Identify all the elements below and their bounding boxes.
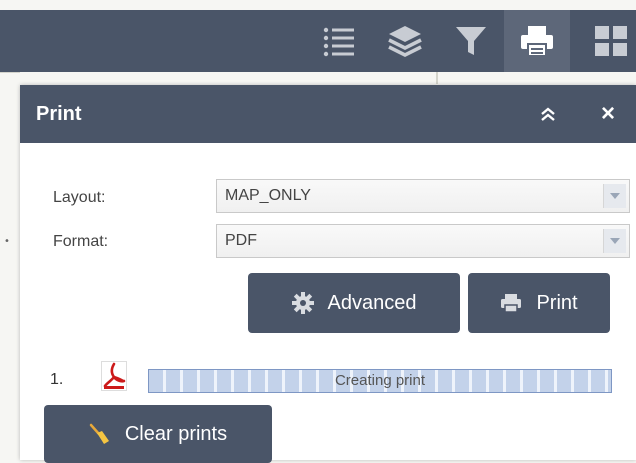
chevron-down-icon (610, 193, 620, 199)
format-dropdown-arrow[interactable] (603, 229, 626, 253)
layout-dropdown-arrow[interactable] (603, 184, 626, 208)
map-toolbar (0, 10, 636, 72)
advanced-label: Advanced (327, 291, 417, 314)
format-label: Format: (53, 233, 109, 250)
gear-icon (291, 292, 314, 314)
widgets-grid-button[interactable] (586, 10, 636, 72)
print-panel: Print × Layout: MAP_ONLY Format: PDF Adv… (20, 85, 636, 463)
double-chevron-up-icon (541, 107, 555, 121)
printer-icon (521, 26, 553, 57)
legend-list-icon (323, 27, 354, 57)
format-value: PDF (225, 232, 257, 249)
filter-button[interactable] (438, 10, 504, 72)
layout-select[interactable]: MAP_ONLY (216, 179, 630, 213)
panel-title: Print (36, 103, 82, 125)
layers-icon (388, 26, 422, 57)
advanced-button[interactable]: Advanced (248, 273, 460, 333)
collapse-button[interactable] (536, 102, 560, 126)
print-label: Print (536, 291, 578, 314)
grid-icon (595, 26, 627, 56)
format-select[interactable]: PDF (216, 224, 630, 258)
map-feature-marker: • (4, 236, 10, 247)
map-road (436, 70, 438, 84)
printer-icon (501, 294, 522, 313)
clear-prints-label: Clear prints (124, 422, 228, 445)
chevron-down-icon (610, 238, 620, 244)
print-button[interactable]: Print (468, 273, 610, 333)
layers-button[interactable] (372, 10, 438, 72)
print-status: Creating print (334, 372, 426, 389)
layout-value: MAP_ONLY (225, 187, 311, 204)
pdf-icon[interactable] (101, 361, 127, 391)
print-progress-bar: Creating print (148, 369, 612, 393)
clear-prints-button[interactable]: Clear prints (44, 405, 272, 463)
print-tool-button[interactable] (504, 10, 570, 72)
close-button[interactable]: × (596, 102, 620, 126)
map-road (0, 72, 20, 73)
print-index: 1. (50, 371, 64, 388)
legend-button[interactable] (306, 10, 372, 72)
layout-label: Layout: (53, 189, 106, 206)
panel-header: Print × (20, 85, 636, 143)
filter-icon (456, 27, 486, 55)
broom-icon (89, 423, 109, 444)
